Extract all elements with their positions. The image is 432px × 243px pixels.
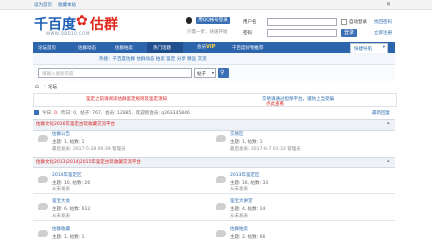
forum-icon — [38, 135, 48, 142]
qq-login-button[interactable]: 用QQ帐号登录 — [196, 17, 230, 24]
search-icon: ⚲ — [220, 69, 225, 76]
qq-icon — [186, 17, 192, 24]
stat-today: 0 — [53, 111, 57, 116]
forum-name[interactable]: 鉴宝大讲堂 — [230, 198, 253, 204]
breadcrumb-sep: › — [44, 84, 46, 89]
section-title[interactable]: 估群文化2016年鉴定古玩收藏交流平台 — [36, 121, 115, 127]
forum-name[interactable]: 鉴宝大会 — [52, 198, 70, 204]
site-logo[interactable]: 千百度 ✿ 估群 WWW.QBD10.COM — [34, 13, 124, 40]
quick-nav-label: 快捷导航 — [354, 47, 372, 52]
stat-posts: 767 — [92, 111, 101, 116]
logo-url: WWW.QBD10.COM — [46, 31, 90, 36]
search-type-select[interactable]: 帖子 ▾ — [194, 68, 216, 78]
password-label: 密码 — [243, 31, 252, 36]
hot-topics-bar — [33, 53, 395, 65]
forum-last-post[interactable]: 最后发表: 2017-5-28 00:39 管理员 — [52, 146, 126, 152]
forum-icon — [216, 176, 226, 183]
paw-icon: ✿ — [76, 13, 88, 29]
breadcrumb-forum[interactable]: 论坛 — [48, 84, 57, 90]
password-input[interactable] — [267, 29, 337, 37]
forum-last-post: 从未发表 — [52, 187, 70, 192]
nav-item-vip[interactable]: 会员VIP — [197, 44, 215, 50]
forum-icon — [216, 230, 226, 237]
latest-replies-link[interactable]: 最新回复 — [372, 110, 390, 116]
forum-name[interactable]: 估群拍卖 — [230, 226, 248, 232]
nav-item-hot[interactable]: 热门话题 — [153, 45, 171, 51]
section-title[interactable]: 估群文化2013|2014|2015年鉴定古玩收藏交流平台 — [36, 159, 141, 165]
stat-posts-label: 帖子: — [80, 111, 91, 116]
stat-today-label: 今日: — [42, 111, 53, 116]
stat-members-label: 会员: — [105, 111, 116, 116]
forum-icon — [38, 176, 48, 183]
search-input[interactable]: 请输入搜索内容 — [38, 68, 192, 78]
forum-icon — [216, 135, 226, 142]
notice-left[interactable]: 鉴定之前请阅读估群鉴定规则及鉴定须知 — [86, 96, 167, 102]
forum-last-post: 从未发表 — [230, 214, 248, 219]
nav-item-auction[interactable]: 估群拍卖 — [115, 45, 133, 51]
set-home-link[interactable]: 设为首页 — [34, 2, 52, 8]
forum-icon — [38, 230, 48, 237]
forum-name[interactable]: 2014年鉴定区 — [52, 172, 81, 178]
forum-last-post: 从未发表 — [52, 214, 70, 219]
nav-item-member: 会员 — [197, 45, 206, 50]
forum-last-post: 从未发表 — [230, 187, 248, 192]
forum-meta: 主题: 1, 帖数: 1 — [52, 140, 85, 145]
hot-topics-text[interactable]: 热搜：千百度估群 估群动态 拍卖 鉴定 分享 精品 交流 — [99, 56, 207, 62]
username-input[interactable] — [267, 18, 337, 26]
forum-meta: 主题: 6, 帖数: 612 — [52, 207, 91, 212]
stats-chart-icon — [34, 110, 39, 115]
notice-right-tail[interactable]: 点此查看 — [266, 101, 284, 107]
stat-contact: 欢迎新会员: q303345846 — [135, 111, 190, 116]
row-divider — [33, 193, 395, 194]
stat-yest-label: 昨日: — [61, 111, 72, 116]
nav-item-news[interactable]: 估群动态 — [78, 45, 96, 51]
forum-name[interactable]: 估群收藏 — [52, 226, 70, 232]
row-divider — [33, 220, 395, 221]
vip-badge: VIP — [206, 44, 216, 50]
forum-last-post[interactable]: 最后发表: 2017-6-7 01:33 管理员 — [230, 146, 301, 152]
forum-meta: 主题: 1, 帖数: 1 — [230, 140, 263, 145]
forum-meta: 主题: 1, 帖数: 1 — [52, 235, 85, 240]
forum-icon — [38, 203, 48, 210]
collapse-icon[interactable]: ▴ — [387, 120, 390, 126]
close-icon[interactable]: ✕ — [386, 1, 391, 8]
search-button[interactable]: ⚲ — [218, 68, 229, 78]
forum-name[interactable]: 2013年鉴定区 — [230, 172, 259, 178]
collapse-icon[interactable]: ▴ — [387, 158, 390, 164]
search-placeholder: 请输入搜索内容 — [42, 72, 74, 77]
forum-meta: 主题: 4, 帖数: 14 — [230, 207, 266, 212]
forum-icon — [216, 203, 226, 210]
stats-line: 今日: 0, 昨日: 0, 帖子: 767, 会员: 12885, 欢迎新会员:… — [42, 111, 190, 116]
forum-name[interactable]: 估群公告 — [52, 131, 70, 137]
nav-item-home[interactable]: 论坛首页 — [38, 45, 56, 51]
forgot-password-link[interactable]: 找回密码 — [374, 19, 392, 25]
forum-name[interactable]: 交易区 — [230, 131, 244, 137]
login-button[interactable]: 登录 — [341, 29, 357, 37]
stat-yest: 0 — [73, 111, 76, 116]
logo-accent: 估群 — [90, 17, 118, 33]
forum-meta: 主题: 2, 帖数: 66 — [230, 235, 266, 240]
login-tip: 只需一步，快速开始 — [187, 30, 228, 35]
select-chevron-icon: ▾ — [211, 70, 214, 75]
register-link[interactable]: 立即注册 — [374, 30, 392, 36]
search-type-label: 帖子 — [197, 72, 206, 77]
username-label: 用户名 — [243, 20, 257, 25]
remember-label: 自动登录 — [349, 20, 367, 25]
favorite-link[interactable]: 收藏本站 — [58, 2, 76, 8]
remember-checkbox[interactable] — [341, 19, 347, 25]
chevron-down-icon: ▾ — [382, 45, 385, 50]
stat-members: 12885 — [117, 111, 132, 116]
home-icon[interactable]: ⌂ — [35, 83, 39, 90]
nav-item-extra[interactable]: 千百度好物推荐 — [232, 45, 264, 51]
